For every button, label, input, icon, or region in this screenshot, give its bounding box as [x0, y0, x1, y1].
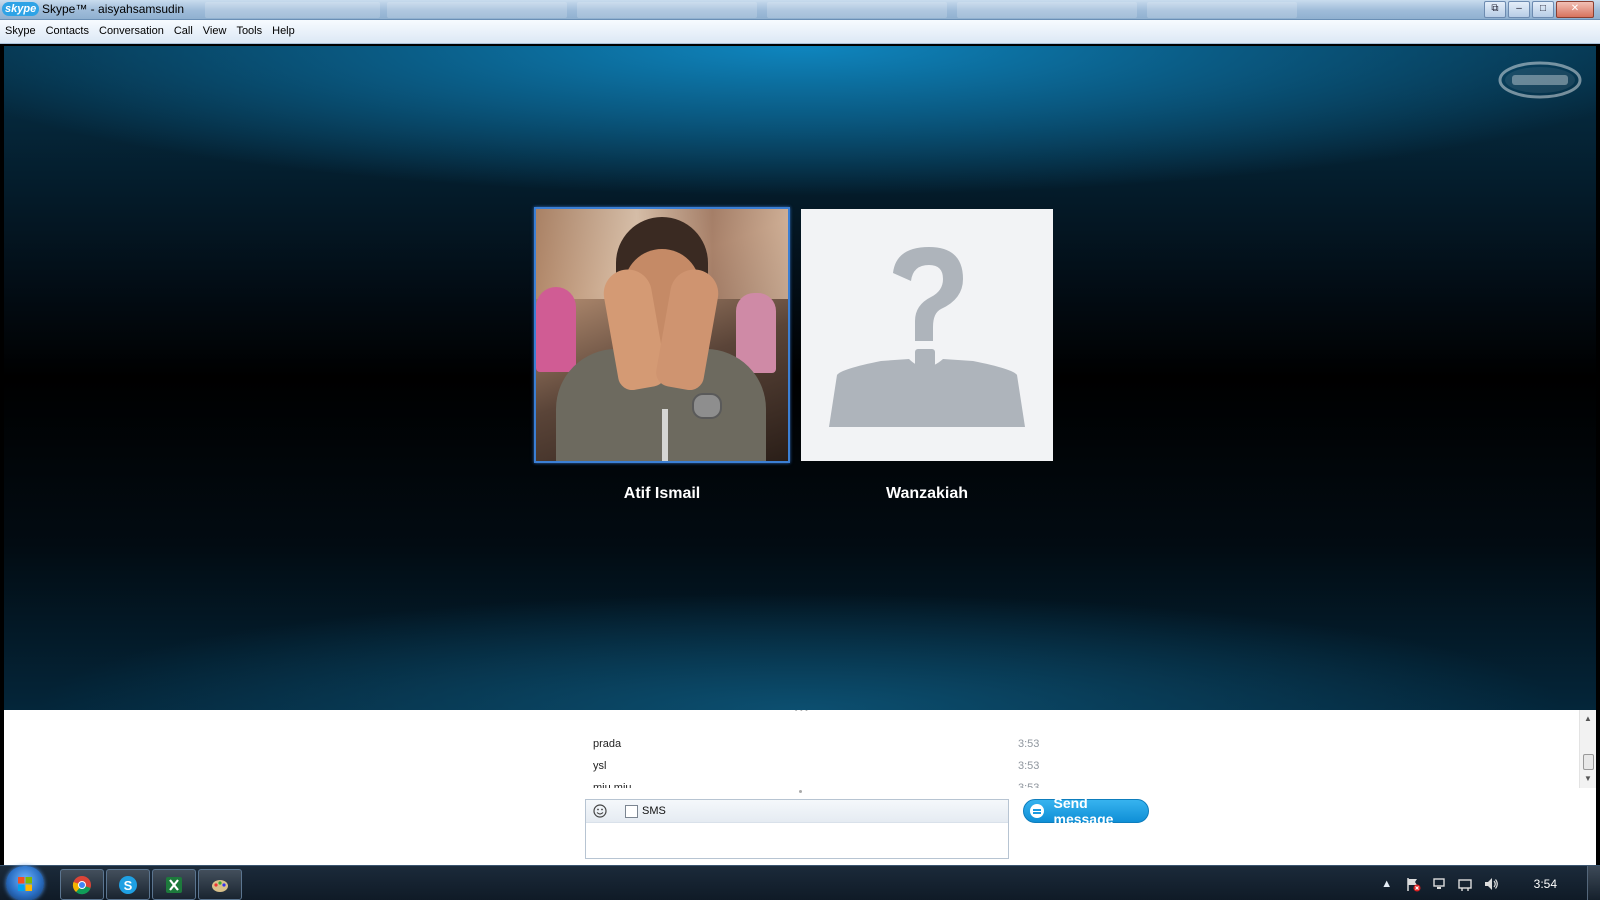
skype-logo-icon: [1498, 61, 1582, 99]
background-window-tabs: [205, 2, 1305, 18]
profile-photo: [536, 209, 788, 461]
taskbar-excel[interactable]: [152, 869, 196, 900]
participant-wanzakiah[interactable]: Wanzakiah: [799, 207, 1055, 503]
chat-message: ysl 3:53: [4, 755, 1044, 777]
window-title: Skype™ - aisyahsamsudin: [42, 2, 185, 16]
send-message-label: Send message: [1053, 795, 1114, 827]
maximize-button[interactable]: □: [1532, 1, 1554, 18]
close-button[interactable]: ✕: [1556, 1, 1594, 18]
excel-icon: [166, 877, 182, 893]
message-text: miu miu: [593, 782, 632, 788]
more-options-icon[interactable]: •••: [794, 710, 810, 716]
message-composer: SMS: [585, 799, 1009, 859]
volume-icon[interactable]: [1483, 876, 1499, 892]
ghost-window-tab: [957, 2, 1137, 18]
ghost-window-tab: [577, 2, 757, 18]
message-time: 3:53: [1018, 782, 1040, 788]
windows-logo-icon: [18, 877, 32, 891]
taskbar-paint[interactable]: [198, 869, 242, 900]
participant-name: Wanzakiah: [885, 485, 969, 502]
skype-window-icon: skype: [2, 2, 40, 16]
unknown-avatar-icon: [801, 209, 1053, 461]
paint-icon: [212, 880, 228, 892]
participant-atif-ismail[interactable]: Atif Ismail: [534, 207, 790, 503]
taskbar-clock[interactable]: 3:54: [1534, 877, 1557, 891]
call-stage: Atif Ismail Wanzakiah: [4, 46, 1596, 710]
taskbar-skype[interactable]: S: [106, 869, 150, 900]
scroll-down-arrow-icon[interactable]: ▼: [1580, 772, 1596, 786]
menu-contacts[interactable]: Contacts: [41, 20, 94, 43]
windows-taskbar: S ▲ 3:54: [0, 865, 1600, 900]
usb-device-icon[interactable]: [1457, 876, 1473, 892]
menu-conversation[interactable]: Conversation: [94, 20, 169, 43]
menu-skype[interactable]: Skype: [0, 20, 41, 43]
message-text: ysl: [593, 760, 607, 772]
show-desktop-button[interactable]: [1587, 866, 1600, 900]
network-icon[interactable]: [1431, 876, 1447, 892]
chat-bubble-icon: [1030, 804, 1044, 818]
menu-call[interactable]: Call: [169, 20, 198, 43]
chat-message-clipped: [4, 710, 1044, 720]
chat-scrollbar[interactable]: ▲ ▼: [1579, 710, 1596, 788]
menu-help[interactable]: Help: [267, 20, 300, 43]
compact-view-button[interactable]: ⧉: [1484, 1, 1506, 18]
system-tray: ▲ 3:54: [1374, 866, 1600, 900]
participant-name: Atif Ismail: [623, 485, 701, 502]
message-input[interactable]: [586, 823, 1008, 857]
splitter-handle[interactable]: [799, 790, 802, 793]
scrollbar-thumb[interactable]: [1583, 754, 1594, 770]
svg-text:S: S: [124, 878, 133, 893]
show-hidden-icons-arrow[interactable]: ▲: [1379, 876, 1395, 892]
sms-label: SMS: [642, 805, 666, 817]
minimize-button[interactable]: –: [1508, 1, 1530, 18]
taskbar-chrome[interactable]: [60, 869, 104, 900]
ghost-window-tab: [205, 2, 380, 18]
chat-panel: ••• prada 3:53 ysl 3:53 miu miu 3:53 ▲ ▼: [4, 710, 1596, 865]
scroll-up-arrow-icon[interactable]: ▲: [1580, 712, 1596, 726]
skype-icon: S: [119, 876, 137, 894]
menu-tools[interactable]: Tools: [231, 20, 267, 43]
chrome-icon: [72, 876, 91, 895]
chat-history: ••• prada 3:53 ysl 3:53 miu miu 3:53: [4, 710, 1578, 788]
ghost-window-tab: [767, 2, 947, 18]
message-time: 3:53: [1018, 760, 1040, 772]
participant-frame: [534, 207, 790, 463]
ghost-window-tab: [1147, 2, 1297, 18]
participant-frame: [799, 207, 1055, 463]
emoticon-icon[interactable]: [593, 804, 607, 818]
window-controls: ⧉ – □ ✕: [1484, 1, 1594, 18]
message-time: 3:53: [1018, 738, 1040, 750]
sms-checkbox[interactable]: [625, 804, 638, 818]
ghost-window-tab: [387, 2, 567, 18]
chat-message: miu miu 3:53: [4, 777, 1044, 788]
start-button[interactable]: [6, 866, 44, 900]
menu-bar: Skype Contacts Conversation Call View To…: [0, 20, 1600, 44]
menu-view[interactable]: View: [198, 20, 232, 43]
action-center-flag-icon[interactable]: [1405, 876, 1421, 892]
composer-toolbar: SMS: [586, 800, 1008, 823]
send-message-button[interactable]: Send message: [1023, 795, 1149, 827]
message-text: prada: [593, 738, 622, 750]
title-bar: skype Skype™ - aisyahsamsudin ⧉ – □ ✕: [0, 0, 1600, 20]
chat-message: prada 3:53: [4, 733, 1044, 755]
